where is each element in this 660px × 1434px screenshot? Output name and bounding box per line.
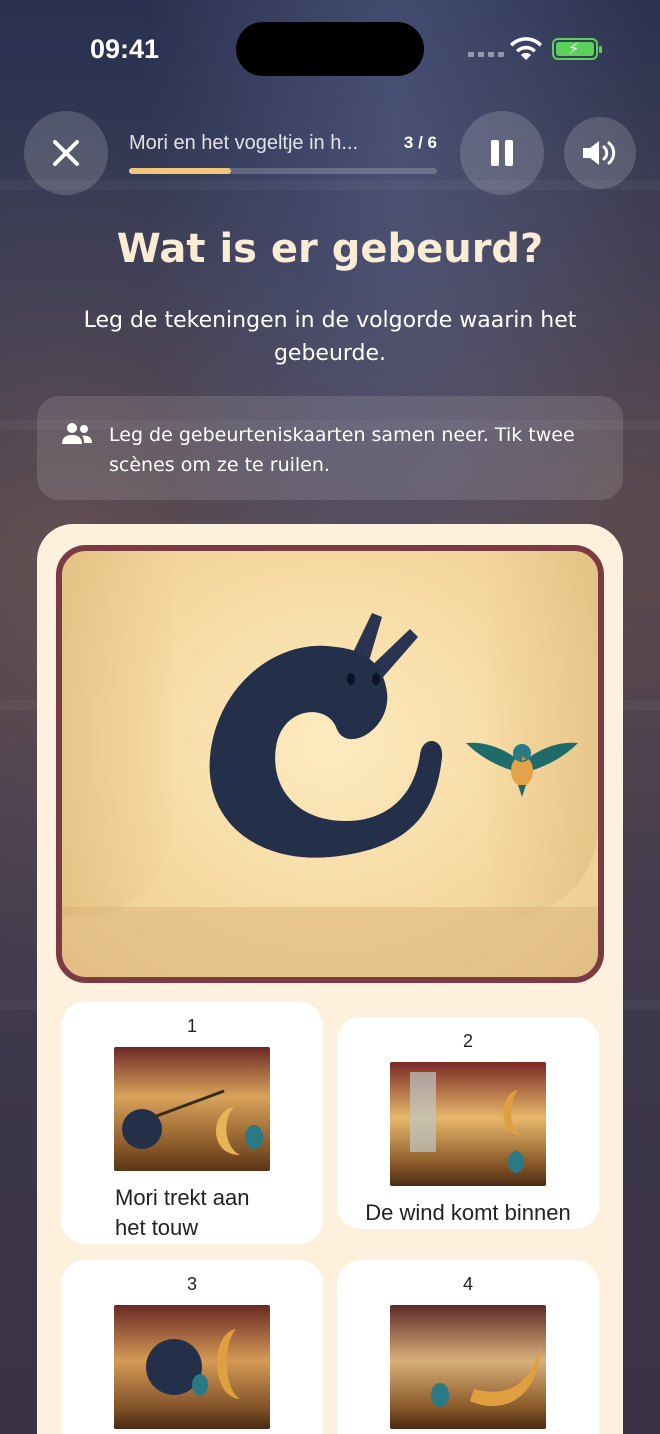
card-number: 2 (462, 1031, 473, 1051)
bird-illustration (466, 742, 578, 797)
curtain-left (62, 551, 172, 917)
status-time: 09:41 (90, 34, 160, 64)
hint-banner: Leg de gebeurteniskaarten samen neer. Ti… (37, 396, 623, 500)
progress-fill (129, 168, 231, 174)
close-icon (53, 140, 79, 166)
mori-character-illustration (209, 613, 443, 858)
pause-button[interactable] (460, 111, 544, 195)
story-title: Mori en het vogeltje in h... (129, 132, 359, 154)
scene-card-1[interactable]: 1 Mori trekt aan het touw (61, 1002, 323, 1244)
page-subtitle: Leg de tekeningen in de volgorde waarin … (83, 308, 577, 366)
card-caption: Mori trekt aan het touw (115, 1185, 250, 1240)
wifi-icon (510, 37, 542, 60)
sound-button[interactable] (564, 117, 636, 189)
speaker-icon (583, 141, 616, 165)
scene-card-2[interactable]: 2 De wind komt binnen (337, 1017, 599, 1229)
card-number: 4 (462, 1274, 473, 1294)
battery-icon: ⚡ (552, 38, 602, 60)
story-progress: Mori en het vogeltje in h... 3 / 6 (129, 132, 439, 174)
dynamic-island (236, 22, 424, 76)
selected-scene-preview (56, 545, 604, 983)
scene-card-3[interactable]: 3 (61, 1260, 323, 1434)
card-illustration (114, 1305, 270, 1429)
cellular-signal-icon (468, 52, 504, 57)
card-illustration (114, 1047, 270, 1171)
card-number: 3 (186, 1274, 197, 1294)
stage-floor (62, 907, 598, 977)
card-illustration (390, 1305, 546, 1429)
page-title: Wat is er gebeurd? (116, 226, 544, 272)
step-counter: 3 / 6 (403, 133, 437, 152)
hint-text: Leg de gebeurteniskaarten samen neer. Ti… (109, 424, 575, 476)
status-bar: 09:41 ⚡ (0, 0, 660, 98)
card-illustration (390, 1062, 546, 1186)
pause-icon (491, 140, 513, 166)
progress-track (129, 168, 437, 174)
card-caption: De wind komt binnen (365, 1200, 571, 1225)
people-icon (62, 423, 92, 444)
close-button[interactable] (24, 111, 108, 195)
card-number: 1 (186, 1016, 197, 1036)
scene-card-4[interactable]: 4 (337, 1260, 599, 1434)
